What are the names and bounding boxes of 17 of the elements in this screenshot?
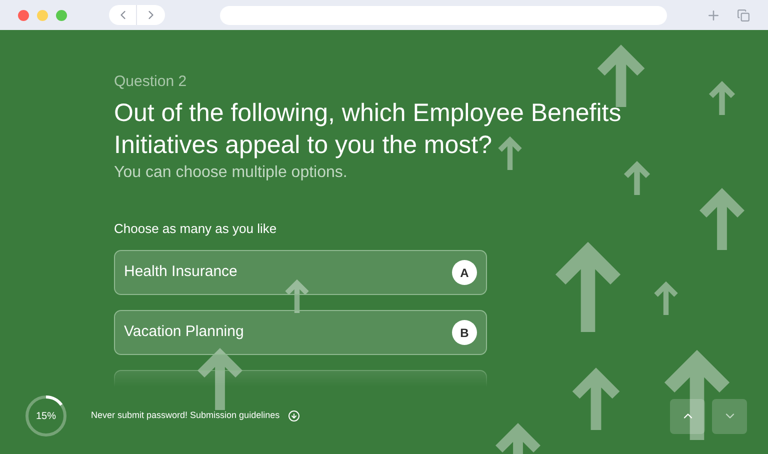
tabs-icon[interactable] — [737, 8, 750, 22]
password-notice: Never submit password! Submission guidelines — [91, 409, 280, 422]
download-icon[interactable] — [288, 410, 300, 422]
question-number: Question 2 — [114, 72, 187, 92]
question-title: Out of the following, which Employee Benefits Initiatives appeal to you the most? — [114, 98, 622, 161]
new-tab-icon[interactable] — [706, 8, 721, 22]
option-label: Vacation Planning — [124, 322, 244, 342]
instruction-text: Choose as many as you like — [114, 220, 277, 238]
option-key: A — [452, 260, 477, 285]
option-card[interactable]: Vacation Planning B — [114, 310, 487, 355]
option-label: Health Insurance — [124, 262, 238, 282]
option-card[interactable]: Health Insurance A — [114, 250, 487, 295]
next-button[interactable] — [712, 398, 747, 434]
option-key: B — [452, 320, 477, 345]
previous-button[interactable] — [670, 398, 705, 434]
question-subtitle: You can choose multiple options. — [114, 163, 348, 183]
progress-label: 15% — [34, 410, 57, 424]
